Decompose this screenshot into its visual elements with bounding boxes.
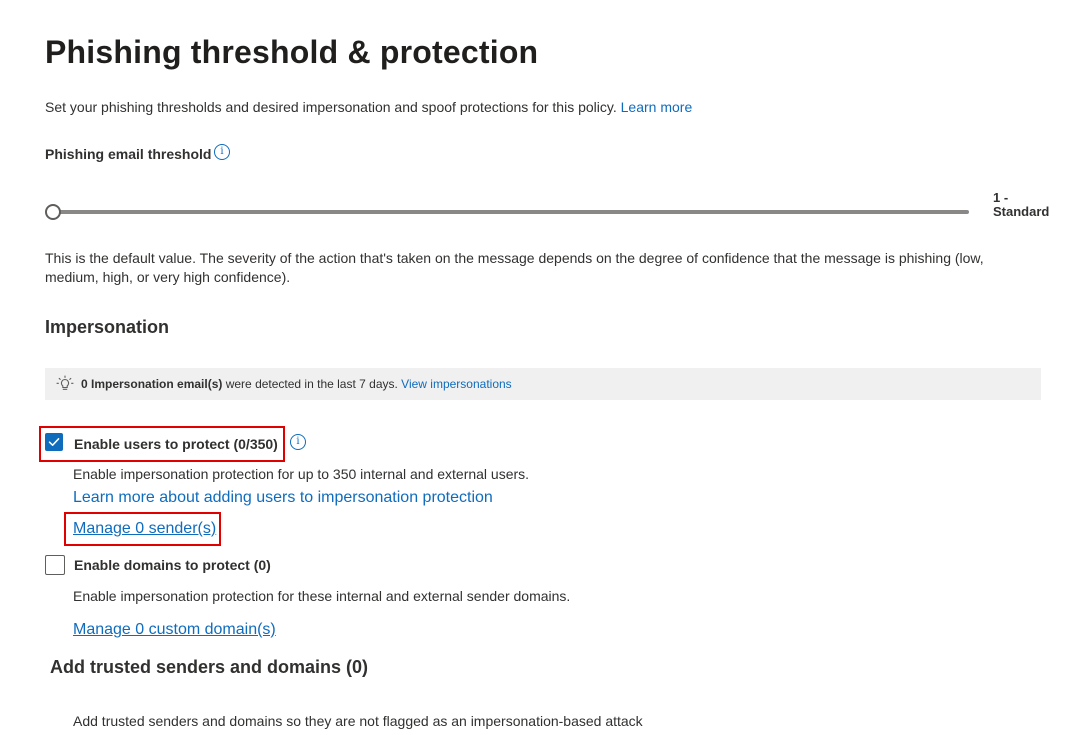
manage-senders-link[interactable]: Manage 0 sender(s) bbox=[73, 520, 216, 538]
enable-domains-checkbox[interactable] bbox=[45, 555, 65, 575]
impersonation-heading: Impersonation bbox=[45, 317, 170, 337]
phishing-threshold-label: Phishing email threshold bbox=[45, 146, 212, 162]
threshold-slider-thumb[interactable] bbox=[45, 204, 61, 220]
page-description: Set your phishing thresholds and desired… bbox=[45, 99, 692, 115]
trusted-senders-description: Add trusted senders and domains so they … bbox=[73, 713, 643, 729]
users-info-icon[interactable]: i bbox=[290, 434, 306, 450]
trusted-senders-heading: Add trusted senders and domains (0) bbox=[50, 657, 369, 677]
page-title: Phishing threshold & protection bbox=[45, 34, 539, 70]
view-impersonations-link[interactable]: View impersonations bbox=[401, 377, 512, 391]
enable-users-checkbox[interactable] bbox=[45, 433, 63, 451]
domains-description: Enable impersonation protection for thes… bbox=[73, 588, 571, 604]
page-description-text: Set your phishing thresholds and desired… bbox=[45, 99, 617, 115]
manage-custom-domains-link[interactable]: Manage 0 custom domain(s) bbox=[73, 621, 276, 639]
threshold-slider-track[interactable] bbox=[55, 210, 969, 214]
learn-more-link[interactable]: Learn more bbox=[621, 99, 693, 115]
threshold-info-icon[interactable]: i bbox=[214, 144, 230, 160]
threshold-explanation: This is the default value. The severity … bbox=[45, 250, 984, 285]
enable-users-label[interactable]: Enable users to protect (0/350) bbox=[74, 436, 278, 452]
impersonation-banner-text: 0 Impersonation email(s) were detected i… bbox=[81, 377, 512, 391]
enable-domains-label[interactable]: Enable domains to protect (0) bbox=[74, 557, 271, 573]
users-description: Enable impersonation protection for up t… bbox=[73, 466, 530, 482]
learn-more-users-link[interactable]: Learn more about adding users to imperso… bbox=[73, 489, 493, 507]
checkmark-icon bbox=[48, 438, 60, 446]
banner-message: were detected in the last 7 days. bbox=[225, 377, 398, 391]
banner-count: 0 Impersonation email(s) bbox=[81, 377, 223, 391]
lightbulb-icon bbox=[56, 375, 74, 390]
threshold-slider-value: 1 - Standard bbox=[993, 190, 1050, 219]
